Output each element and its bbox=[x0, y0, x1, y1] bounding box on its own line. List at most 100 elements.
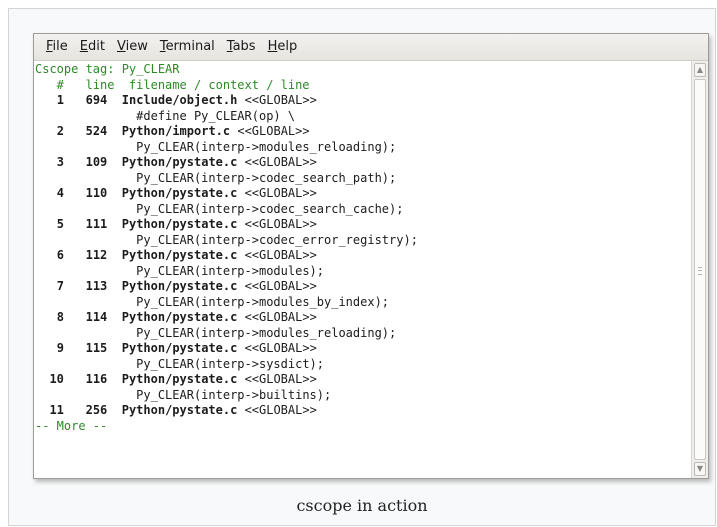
results-header-line: # line filename / context / line bbox=[35, 77, 310, 92]
results-list: 1 694 Include/object.h <<GLOBAL>> #defin… bbox=[35, 93, 691, 419]
result-number: 10 bbox=[49, 372, 64, 386]
result-filename: Include/object.h bbox=[121, 93, 238, 107]
result-line-number: 115 bbox=[85, 341, 108, 355]
result-code-line: Py_CLEAR(interp->builtins); bbox=[35, 388, 691, 404]
result-line-number: 110 bbox=[85, 186, 108, 200]
result-row[interactable]: 4 110 Python/pystate.c <<GLOBAL>> bbox=[35, 186, 691, 202]
result-number: 1 bbox=[56, 93, 64, 107]
result-filename: Python/pystate.c bbox=[121, 155, 238, 169]
menu-tabs[interactable]: Tabs bbox=[221, 34, 262, 60]
menu-label: iew bbox=[125, 39, 148, 54]
result-line-number: 114 bbox=[85, 310, 108, 324]
scrollbar-thumb[interactable] bbox=[694, 79, 706, 460]
cscope-tag-line: Cscope tag: Py_CLEAR bbox=[35, 62, 180, 76]
result-row[interactable]: 1 694 Include/object.h <<GLOBAL>> bbox=[35, 93, 691, 109]
result-row[interactable]: 6 112 Python/pystate.c <<GLOBAL>> bbox=[35, 248, 691, 264]
result-row[interactable]: 9 115 Python/pystate.c <<GLOBAL>> bbox=[35, 341, 691, 357]
result-code-line: Py_CLEAR(interp->modules_by_index); bbox=[35, 295, 691, 311]
result-line-number: 116 bbox=[85, 372, 108, 386]
result-context: <<GLOBAL>> bbox=[244, 186, 317, 200]
result-number: 5 bbox=[56, 217, 64, 231]
result-code: #define Py_CLEAR(op) \ bbox=[136, 108, 296, 123]
result-code-line: Py_CLEAR(interp->sysdict); bbox=[35, 357, 691, 373]
result-filename: Python/pystate.c bbox=[121, 341, 238, 355]
result-filename: Python/pystate.c bbox=[121, 310, 238, 324]
result-row[interactable]: 3 109 Python/pystate.c <<GLOBAL>> bbox=[35, 155, 691, 171]
result-code: Py_CLEAR(interp->modules_by_index); bbox=[136, 294, 390, 309]
menu-label: dit bbox=[88, 39, 105, 54]
result-code: Py_CLEAR(interp->builtins); bbox=[136, 387, 332, 402]
result-context: <<GLOBAL>> bbox=[244, 403, 317, 417]
result-row[interactable]: 11 256 Python/pystate.c <<GLOBAL>> bbox=[35, 403, 691, 419]
result-line-number: 112 bbox=[85, 248, 108, 262]
result-row[interactable]: 10 116 Python/pystate.c <<GLOBAL>> bbox=[35, 372, 691, 388]
result-code-line: Py_CLEAR(interp->modules); bbox=[35, 264, 691, 280]
result-row[interactable]: 7 113 Python/pystate.c <<GLOBAL>> bbox=[35, 279, 691, 295]
result-code-line: Py_CLEAR(interp->codec_error_registry); bbox=[35, 233, 691, 249]
menu-terminal[interactable]: Terminal bbox=[154, 34, 221, 60]
result-row[interactable]: 2 524 Python/import.c <<GLOBAL>> bbox=[35, 124, 691, 140]
result-context: <<GLOBAL>> bbox=[244, 155, 317, 169]
result-number: 8 bbox=[56, 310, 64, 324]
result-context: <<GLOBAL>> bbox=[237, 124, 310, 138]
result-number: 4 bbox=[56, 186, 64, 200]
result-context: <<GLOBAL>> bbox=[244, 279, 317, 293]
result-code: Py_CLEAR(interp->codec_search_path); bbox=[136, 170, 397, 185]
result-code-line: Py_CLEAR(interp->modules_reloading); bbox=[35, 140, 691, 156]
result-filename: Python/import.c bbox=[121, 124, 231, 138]
result-row[interactable]: 5 111 Python/pystate.c <<GLOBAL>> bbox=[35, 217, 691, 233]
menu-label: ile bbox=[52, 39, 68, 54]
menu-label: elp bbox=[277, 39, 298, 54]
menu-mnemonic: V bbox=[116, 39, 126, 54]
result-code-line: Py_CLEAR(interp->modules_reloading); bbox=[35, 326, 691, 342]
menu-label: abs bbox=[232, 39, 256, 54]
result-code: Py_CLEAR(interp->modules_reloading); bbox=[136, 325, 397, 340]
result-filename: Python/pystate.c bbox=[121, 372, 238, 386]
menu-file[interactable]: File bbox=[40, 34, 74, 60]
result-line-number: 109 bbox=[85, 155, 108, 169]
menu-mnemonic: H bbox=[267, 39, 278, 54]
figure-frame: File Edit View Terminal Tabs Help Cscope tag:… bbox=[8, 8, 716, 526]
result-number: 11 bbox=[49, 403, 64, 417]
result-number: 3 bbox=[56, 155, 64, 169]
arrow-up-icon[interactable]: ▲ bbox=[694, 63, 706, 77]
result-filename: Python/pystate.c bbox=[121, 279, 238, 293]
result-number: 7 bbox=[56, 279, 64, 293]
menu-edit[interactable]: Edit bbox=[74, 34, 111, 60]
menu-help[interactable]: Help bbox=[262, 34, 304, 60]
result-number: 9 bbox=[56, 341, 64, 355]
result-code: Py_CLEAR(interp->modules_reloading); bbox=[136, 139, 397, 154]
menu-mnemonic: E bbox=[79, 39, 88, 54]
result-number: 2 bbox=[56, 124, 64, 138]
grip-icon bbox=[698, 266, 702, 275]
arrow-down-icon[interactable]: ▼ bbox=[694, 462, 706, 476]
terminal-output[interactable]: Cscope tag: Py_CLEAR # line filename / c… bbox=[34, 61, 691, 478]
result-code-line: #define Py_CLEAR(op) \ bbox=[35, 109, 691, 125]
result-code: Py_CLEAR(interp->sysdict); bbox=[136, 356, 324, 371]
result-line-number: 524 bbox=[85, 124, 108, 138]
result-row[interactable]: 8 114 Python/pystate.c <<GLOBAL>> bbox=[35, 310, 691, 326]
result-filename: Python/pystate.c bbox=[121, 217, 238, 231]
menu-bar: File Edit View Terminal Tabs Help bbox=[34, 34, 708, 61]
result-context: <<GLOBAL>> bbox=[244, 341, 317, 355]
result-line-number: 256 bbox=[85, 403, 108, 417]
result-line-number: 694 bbox=[85, 93, 108, 107]
result-code: Py_CLEAR(interp->modules); bbox=[136, 263, 324, 278]
result-code: Py_CLEAR(interp->codec_error_registry); bbox=[136, 232, 418, 247]
vertical-scrollbar[interactable]: ▲ ▼ bbox=[691, 61, 708, 478]
result-context: <<GLOBAL>> bbox=[244, 93, 317, 107]
result-context: <<GLOBAL>> bbox=[244, 248, 317, 262]
menu-view[interactable]: View bbox=[111, 34, 154, 60]
result-code: Py_CLEAR(interp->codec_search_cache); bbox=[136, 201, 404, 216]
result-context: <<GLOBAL>> bbox=[244, 372, 317, 386]
menu-label: erminal bbox=[165, 39, 215, 54]
result-context: <<GLOBAL>> bbox=[244, 310, 317, 324]
result-filename: Python/pystate.c bbox=[121, 186, 238, 200]
result-filename: Python/pystate.c bbox=[121, 248, 238, 262]
terminal-window: File Edit View Terminal Tabs Help Cscope tag:… bbox=[33, 33, 709, 479]
result-context: <<GLOBAL>> bbox=[244, 217, 317, 231]
result-number: 6 bbox=[56, 248, 64, 262]
more-prompt: -- More -- bbox=[35, 418, 108, 433]
result-code-line: Py_CLEAR(interp->codec_search_path); bbox=[35, 171, 691, 187]
result-line-number: 111 bbox=[85, 217, 108, 231]
